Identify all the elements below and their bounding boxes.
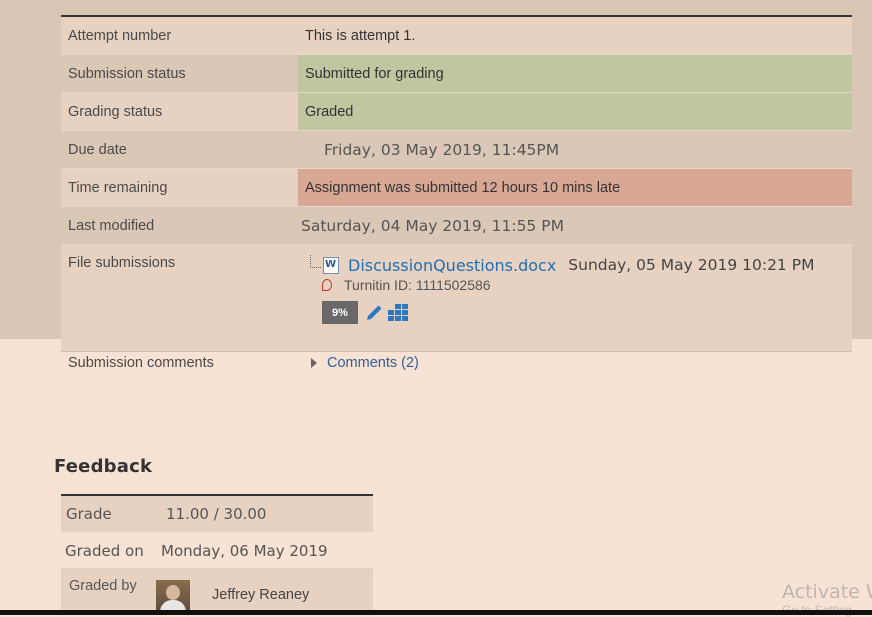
attempt-number-row: Attempt number This is attempt 1. — [61, 17, 852, 55]
submission-status-label: Submission status — [61, 55, 298, 92]
grader-avatar — [156, 580, 190, 614]
grade-label: Grade — [66, 505, 112, 523]
grade-row: Grade 11.00 / 30.00 — [61, 496, 373, 533]
graded-on-label: Graded on — [65, 541, 144, 560]
graded-on-value: Monday, 06 May 2019 — [161, 541, 328, 560]
graded-on-row: Graded on Monday, 06 May 2019 — [61, 533, 373, 569]
pencil-icon[interactable] — [365, 304, 383, 322]
file-submissions-value: DiscussionQuestions.docx Sunday, 05 May … — [298, 245, 852, 324]
submission-comments-value: Comments (2) — [298, 339, 419, 387]
graded-by-label: Graded by — [69, 578, 137, 594]
attempt-number-value: This is attempt 1. — [298, 17, 852, 54]
submission-status-table: Attempt number This is attempt 1. Submis… — [61, 15, 852, 352]
file-date: Sunday, 05 May 2019 10:21 PM — [568, 256, 815, 274]
feedback-table: Grade 11.00 / 30.00 Graded on Monday, 06… — [61, 494, 373, 614]
time-remaining-label: Time remaining — [61, 169, 298, 206]
attempt-number-label: Attempt number — [61, 17, 298, 54]
screen-bottom-edge — [0, 610, 872, 615]
similarity-score-button[interactable]: 9% — [322, 301, 358, 324]
last-modified-row: Last modified Saturday, 04 May 2019, 11:… — [61, 207, 852, 245]
time-remaining-row: Time remaining Assignment was submitted … — [61, 169, 852, 207]
file-submissions-label: File submissions — [68, 255, 176, 271]
last-modified-value-cell: Saturday, 04 May 2019, 11:55 PM — [298, 207, 852, 244]
file-submissions-row: File submissions DiscussionQuestions.doc… — [61, 245, 852, 352]
last-modified-label: Last modified — [61, 207, 298, 244]
file-download-link[interactable]: DiscussionQuestions.docx — [348, 256, 556, 275]
grade-grid-icon[interactable] — [388, 303, 408, 322]
grading-status-value: Graded — [298, 93, 852, 130]
tree-connector — [310, 254, 321, 268]
comments-toggle-link[interactable]: Comments (2) — [327, 355, 419, 371]
turnitin-icon — [322, 279, 332, 291]
file-entry: DiscussionQuestions.docx Sunday, 05 May … — [310, 254, 852, 275]
grading-status-label: Grading status — [61, 93, 298, 130]
graded-by-row: Graded by Jeffrey Reaney — [61, 569, 373, 614]
submission-comments-row: Submission comments Comments (2) — [61, 339, 852, 387]
word-doc-icon — [323, 256, 339, 274]
feedback-heading: Feedback — [54, 456, 153, 477]
time-remaining-value: Assignment was submitted 12 hours 10 min… — [298, 169, 852, 206]
due-date-label: Due date — [61, 131, 298, 168]
submission-status-row: Submission status Submitted for grading — [61, 55, 852, 93]
turnitin-tools: 9% — [310, 301, 852, 324]
submission-comments-label: Submission comments — [68, 355, 214, 371]
due-date-row: Due date Friday, 03 May 2019, 11:45PM — [61, 131, 852, 169]
turnitin-id: Turnitin ID: 1111502586 — [344, 277, 491, 293]
grader-name: Jeffrey Reaney — [212, 586, 310, 603]
activate-windows-watermark: Activate W — [782, 581, 872, 603]
grade-value: 11.00 / 30.00 — [166, 505, 267, 523]
submission-status-value: Submitted for grading — [298, 55, 852, 92]
last-modified-value: Saturday, 04 May 2019, 11:55 PM — [301, 216, 564, 235]
turnitin-entry: Turnitin ID: 1111502586 — [310, 275, 852, 295]
expand-triangle-icon[interactable] — [311, 358, 317, 368]
grading-status-row: Grading status Graded — [61, 93, 852, 131]
due-date-value-cell: Friday, 03 May 2019, 11:45PM — [298, 131, 852, 168]
due-date-value: Friday, 03 May 2019, 11:45PM — [324, 140, 560, 159]
